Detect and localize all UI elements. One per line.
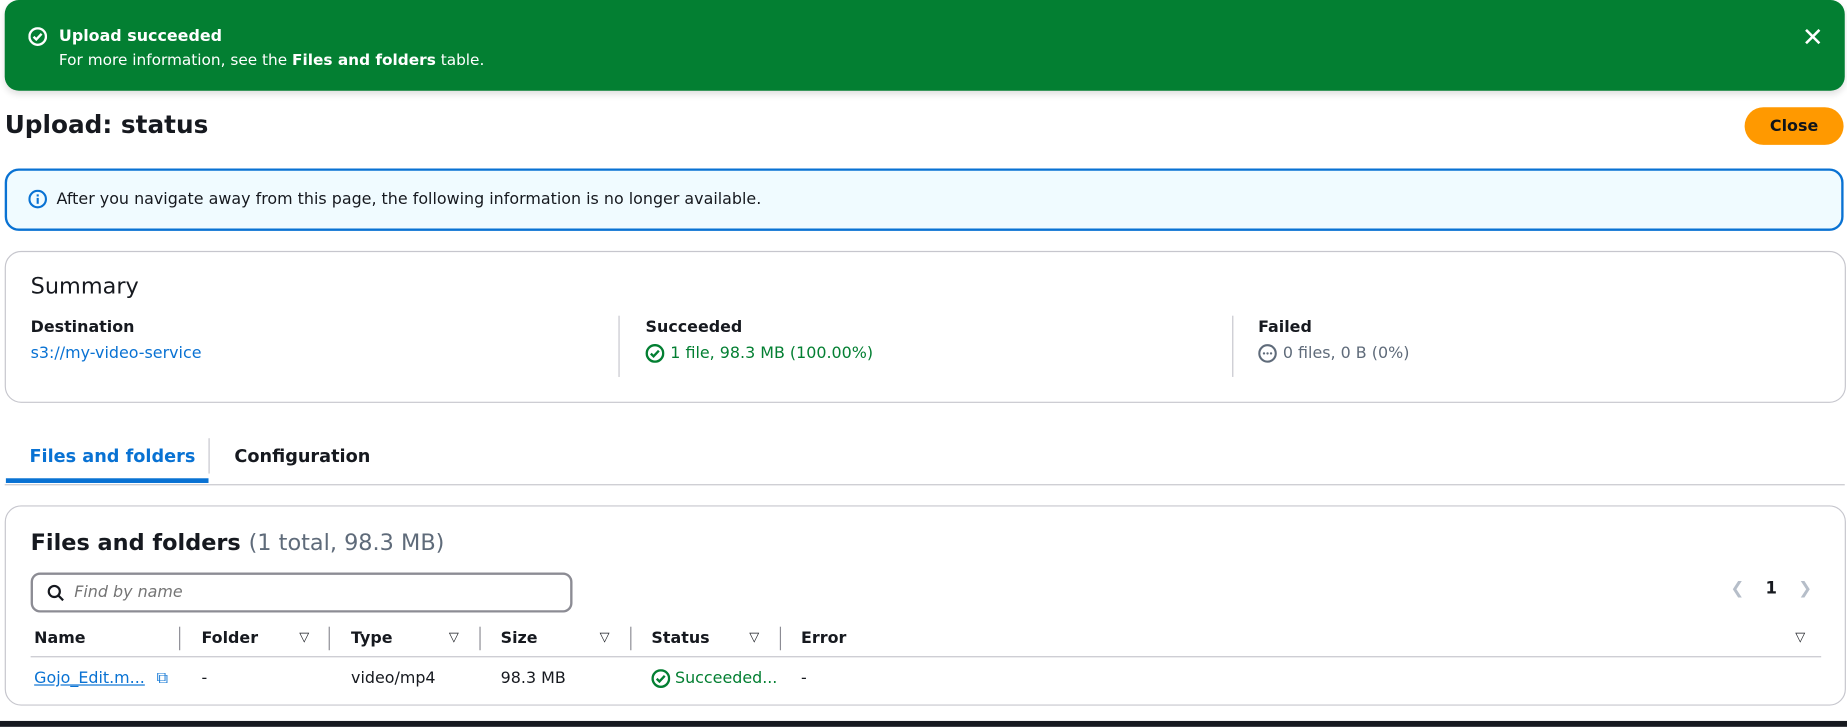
tab-configuration[interactable]: Configuration [234,445,370,466]
column-divider[interactable] [779,626,782,651]
column-divider[interactable] [479,626,481,651]
files-title-text: Files and folders [30,530,241,557]
destination-link[interactable]: s3://my-video-service [31,344,202,363]
check-circle-icon [645,343,665,363]
divider [618,315,620,377]
column-divider[interactable] [630,626,632,651]
tab-divider [208,438,210,474]
tab-files-and-folders[interactable]: Files and folders [29,445,195,466]
succeeded-column: Succeeded 1 file, 98.3 MB (100.00%) [646,318,874,363]
pagination: ❮ 1 ❯ [1730,580,1812,599]
files-title: Files and folders (1 total, 98.3 MB) [31,530,445,556]
files-panel: Files and folders (1 total, 98.3 MB) ❮ 1… [4,505,1846,706]
tab-bar: Files and folders Configuration [4,431,1845,486]
check-circle-icon [28,27,48,46]
summary-panel: Summary Destination s3://my-video-servic… [4,250,1846,403]
size-cell: 98.3 MB [500,669,566,688]
page-title: Upload: status [4,110,209,140]
files-count: (1 total, 98.3 MB) [248,530,445,557]
close-button[interactable]: Close [1744,107,1844,145]
succeeded-value: 1 file, 98.3 MB (100.00%) [670,343,874,363]
search-input[interactable] [71,581,548,604]
page-number[interactable]: 1 [1766,580,1777,599]
column-header-size[interactable]: Size [501,629,538,648]
column-divider[interactable] [179,626,181,651]
column-header-name[interactable]: Name [34,629,85,648]
column-divider[interactable] [328,626,330,651]
error-cell: - [801,669,807,688]
flash-desc-end: table. [435,51,485,70]
file-name-link[interactable]: Gojo_Edit.m... [34,669,145,688]
ellipsis-circle-icon [1258,344,1277,363]
destination-column: Destination s3://my-video-service [31,318,202,363]
column-header-status[interactable]: Status [651,629,709,648]
column-header-type[interactable]: Type [351,629,393,648]
sort-icon[interactable]: ▽ [600,629,610,644]
check-circle-icon [651,669,671,688]
external-link-icon[interactable]: ⧉ [157,669,168,688]
sort-icon[interactable]: ▽ [299,629,309,644]
column-header-error[interactable]: Error [801,629,846,648]
success-flash: Upload succeeded For more information, s… [4,0,1845,91]
prev-page-icon[interactable]: ❮ [1730,580,1744,599]
active-tab-indicator [5,478,209,483]
next-page-icon[interactable]: ❯ [1798,580,1812,599]
sort-icon[interactable]: ▽ [449,629,459,644]
sort-icon[interactable]: ▽ [1795,629,1805,644]
column-header-folder[interactable]: Folder [201,629,258,648]
search-icon [47,584,64,601]
flash-desc-bold: Files and folders [292,51,436,70]
flash-description: For more information, see the Files and … [59,52,484,70]
bottom-bar [0,720,1847,727]
info-text: After you navigate away from this page, … [56,189,762,209]
header-divider [30,656,1822,658]
status-cell: Succeeded... [674,669,778,688]
info-icon [28,189,48,209]
failed-label: Failed [1258,318,1312,337]
flash-title: Upload succeeded [58,27,222,46]
sort-icon[interactable]: ▽ [749,629,759,644]
failed-column: Failed 0 files, 0 B (0%) [1258,318,1409,363]
type-cell: video/mp4 [351,669,436,688]
dismiss-close-icon[interactable]: ✕ [1802,24,1824,53]
destination-label: Destination [30,318,135,337]
flash-desc-text: For more information, see the [58,51,293,70]
divider [1232,315,1234,377]
folder-cell: - [201,669,208,688]
failed-value: 0 files, 0 B (0%) [1282,343,1410,363]
search-field[interactable] [30,572,573,613]
info-alert: After you navigate away from this page, … [4,168,1844,231]
summary-title: Summary [30,273,139,300]
succeeded-label: Succeeded [645,318,743,337]
